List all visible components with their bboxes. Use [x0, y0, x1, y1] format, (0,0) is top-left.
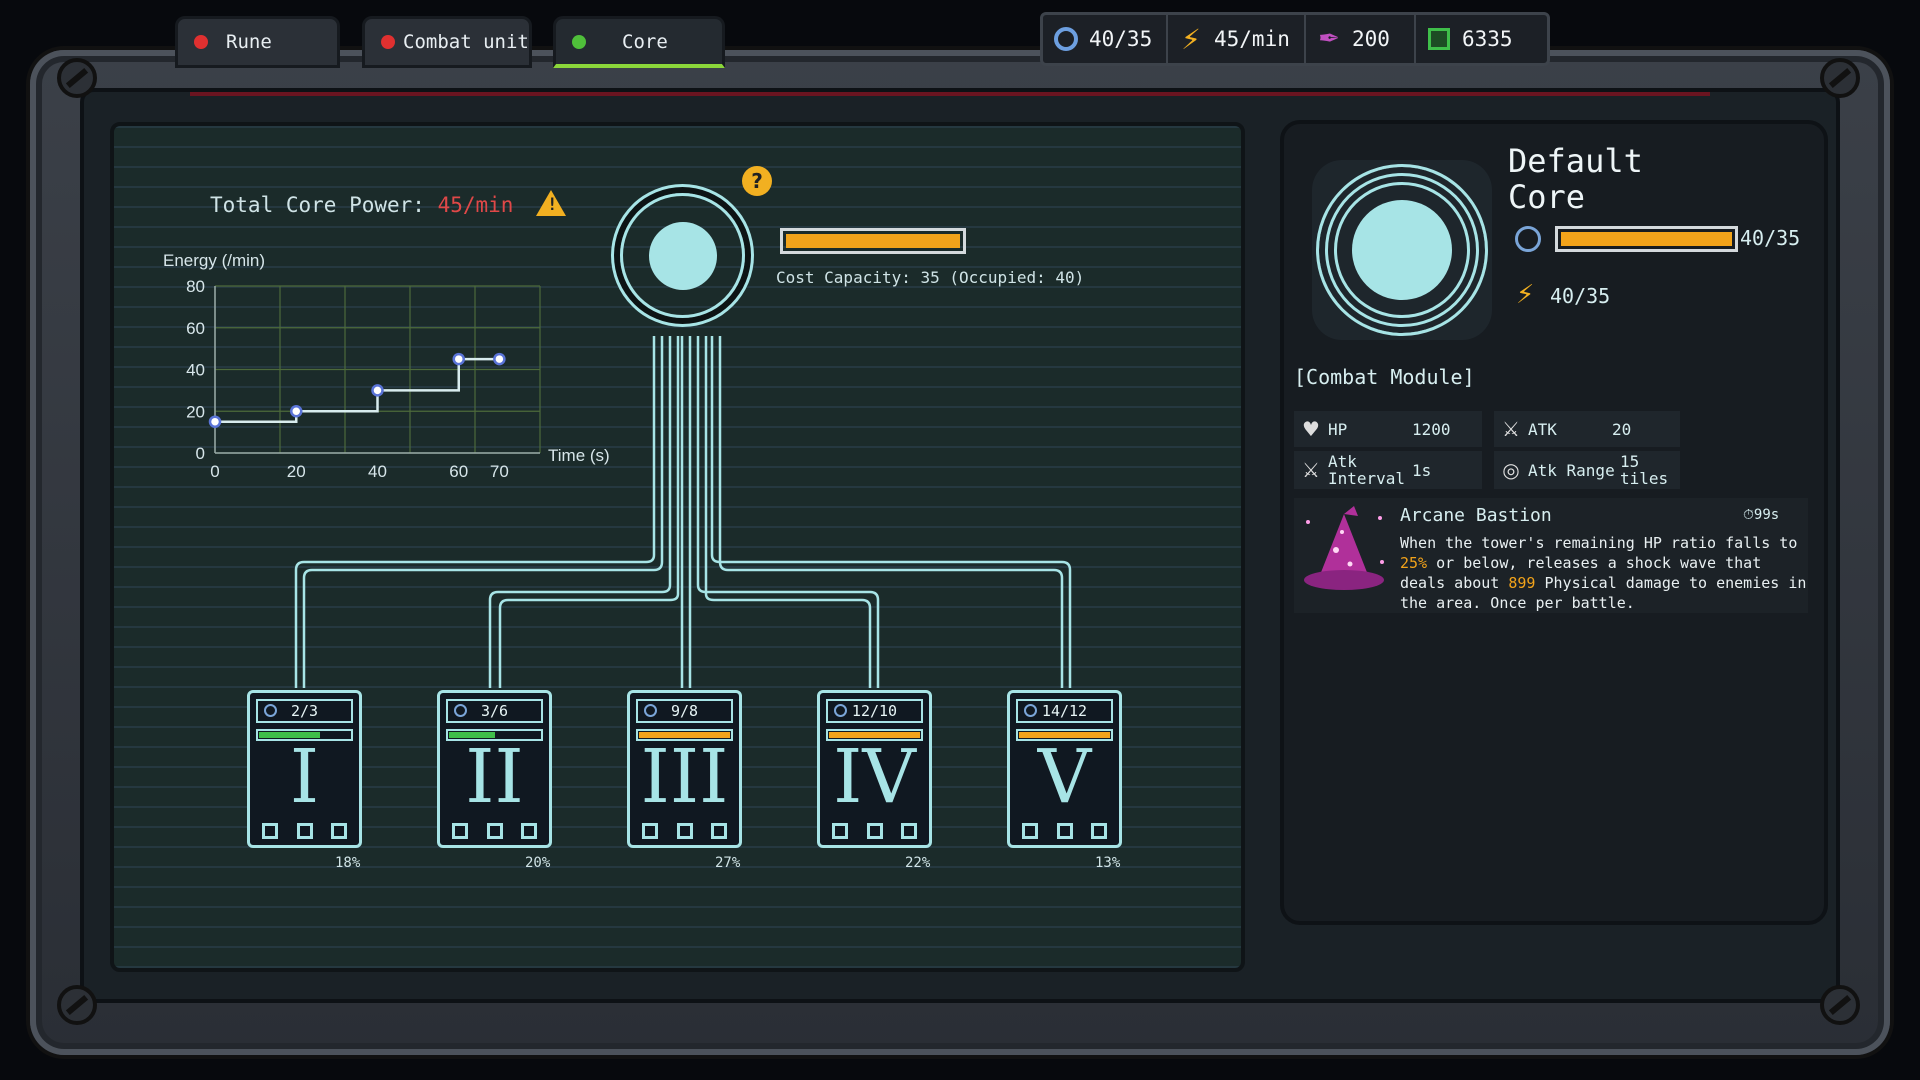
tier-numeral: IV: [833, 734, 916, 820]
ability-name: Arcane Bastion: [1400, 505, 1552, 526]
tier-percent: 20%: [525, 855, 551, 871]
target-icon: ◎: [1502, 458, 1520, 482]
tier-count-header: 12/10: [826, 699, 923, 723]
tier-numeral: II: [465, 734, 524, 820]
tier-count-header: 9/8: [636, 699, 733, 723]
tier-slots: [642, 823, 727, 839]
tier-numeral: III: [640, 734, 729, 820]
ability-cooldown: ⏱99s: [1743, 507, 1779, 523]
wizard-hat-icon: [1304, 506, 1384, 590]
slot-icon[interactable]: [1022, 823, 1038, 839]
gear-icon: [454, 704, 467, 717]
tier-slots: [832, 823, 917, 839]
desc-text: When the tower's remaining HP ratio fall…: [1400, 534, 1798, 552]
tier-numeral: I: [289, 734, 320, 820]
core-title: Default Core: [1508, 142, 1643, 216]
clock-icon: ⏱: [1743, 507, 1754, 523]
capacity-text: Cost Capacity: 35 (Occupied: 40): [776, 268, 1085, 287]
slot-icon[interactable]: [1091, 823, 1107, 839]
stat-value: 20: [1612, 419, 1632, 439]
tier-card-1[interactable]: 2/3 I: [247, 690, 362, 848]
core-energy-value: 40/35: [1550, 284, 1611, 308]
core-node[interactable]: [620, 193, 745, 318]
stat-atk-range: ◎ Atk Range 15 tiles: [1494, 451, 1680, 489]
slot-icon[interactable]: [866, 823, 883, 839]
tier-slots: [452, 823, 537, 839]
slot-icon[interactable]: [262, 823, 278, 839]
tier-count-header: 3/6: [446, 699, 543, 723]
tier-count: 3/6: [480, 702, 509, 720]
tier-card-4[interactable]: 12/10 IV: [817, 690, 932, 848]
core-capacity-fill: [1561, 232, 1732, 246]
slot-icon[interactable]: [676, 823, 693, 839]
stat-value: 15 tiles: [1620, 452, 1669, 488]
slot-icon[interactable]: [521, 823, 537, 839]
gear-icon: [1515, 226, 1541, 252]
tier-count-header: 2/3: [256, 699, 353, 723]
heart-icon: ♥: [1302, 417, 1320, 441]
stat-hp: ♥ HP 1200: [1294, 411, 1482, 447]
capacity-bar-fill: [786, 234, 960, 248]
stat-label: Atk Range: [1528, 460, 1615, 480]
gear-icon: [264, 704, 277, 717]
gear-icon: [1024, 704, 1037, 717]
stat-value: 1200: [1412, 419, 1451, 439]
module-label: [Combat Module]: [1294, 365, 1475, 389]
tier-percent: 18%: [335, 855, 361, 871]
core-capacity-bar: [1555, 226, 1738, 252]
lightning-icon: ⚡: [1516, 280, 1535, 310]
slot-icon[interactable]: [642, 823, 658, 839]
stat-atk-interval: ⚔ Atk Interval 1s: [1294, 451, 1482, 489]
tier-count: 2/3: [290, 702, 319, 720]
ability-description: When the tower's remaining HP ratio fall…: [1400, 533, 1810, 613]
tier-percent: 13%: [1095, 855, 1121, 871]
slot-icon[interactable]: [331, 823, 347, 839]
slot-icon[interactable]: [711, 823, 727, 839]
tier-count-header: 14/12: [1016, 699, 1113, 723]
help-icon[interactable]: ?: [742, 166, 772, 196]
tier-card-5[interactable]: 14/12 V: [1007, 690, 1122, 848]
cooldown-value: 99s: [1753, 507, 1780, 523]
core-capacity-value: 40/35: [1740, 226, 1801, 250]
stat-label: Atk Interval: [1328, 452, 1406, 488]
tier-count: 9/8: [670, 702, 699, 720]
core-portrait: [1312, 160, 1492, 340]
stat-label: ATK: [1528, 419, 1557, 439]
stat-label: HP: [1328, 419, 1348, 439]
core-orb-icon: [1352, 200, 1452, 300]
slot-icon[interactable]: [901, 823, 917, 839]
slot-icon[interactable]: [1056, 823, 1073, 839]
desc-highlight: 25%: [1400, 554, 1428, 572]
tier-card-2[interactable]: 3/6 II: [437, 690, 552, 848]
core-orb-icon: [648, 221, 717, 290]
slot-icon[interactable]: [832, 823, 848, 839]
tier-slots: [1022, 823, 1107, 839]
stat-value: 1s: [1412, 460, 1432, 480]
tier-percent: 27%: [715, 855, 741, 871]
gear-icon: [644, 704, 657, 717]
slot-icon[interactable]: [296, 823, 313, 839]
tier-numeral: V: [1037, 734, 1092, 820]
stat-atk: ⚔ ATK 20: [1494, 411, 1680, 447]
tier-card-3[interactable]: 9/8 III: [627, 690, 742, 848]
sword-icon: ⚔: [1502, 417, 1520, 441]
slot-icon[interactable]: [452, 823, 468, 839]
tier-count: 12/10: [851, 702, 898, 720]
sword-icon: ⚔: [1302, 458, 1320, 482]
gear-icon: [834, 704, 847, 717]
desc-highlight: 899: [1508, 574, 1536, 592]
tier-percent: 22%: [905, 855, 931, 871]
tier-slots: [262, 823, 347, 839]
capacity-bar: [780, 228, 966, 254]
tier-count: 14/12: [1041, 702, 1088, 720]
slot-icon[interactable]: [486, 823, 503, 839]
